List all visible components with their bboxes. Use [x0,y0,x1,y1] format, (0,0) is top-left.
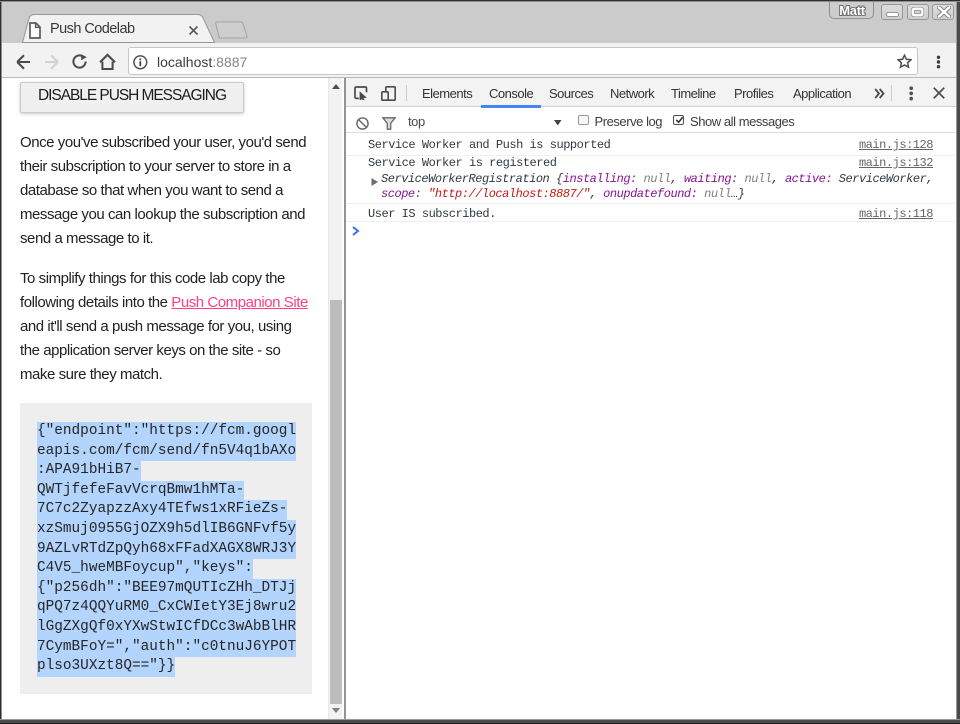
svg-text:Matt: Matt [839,3,865,18]
